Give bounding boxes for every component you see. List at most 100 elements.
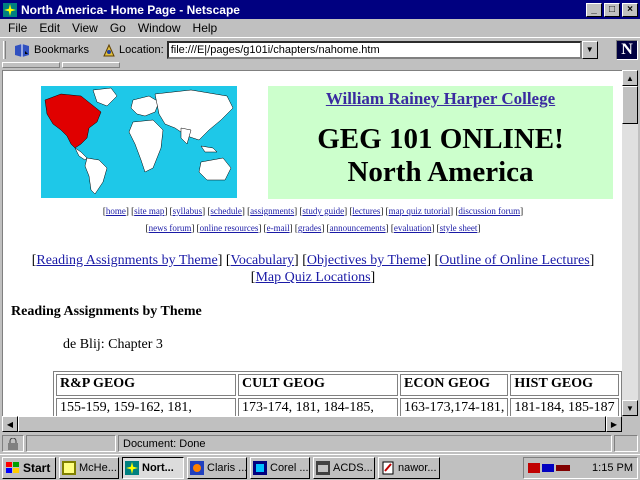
- arrow-up-icon: ▲: [626, 73, 634, 83]
- taskbar-item[interactable]: McHe...: [59, 456, 119, 479]
- location-dropdown-button[interactable]: ▼: [581, 40, 598, 59]
- close-button[interactable]: ×: [622, 2, 638, 17]
- nav-link-map-quiz-tutorial[interactable]: map quiz tutorial: [389, 206, 450, 216]
- location-toolbar: Bookmarks Location: file:///E|/pages/g10…: [0, 37, 640, 61]
- vertical-scroll-thumb[interactable]: [622, 86, 638, 124]
- location-icon[interactable]: [101, 42, 117, 58]
- table-header-row: R&P GEOG CULT GEOG ECON GEOG HIST GEOG: [56, 374, 619, 396]
- nav-link-syllabus[interactable]: syllabus: [173, 206, 203, 216]
- page-content: William Rainey Harper College GEG 101 ON…: [2, 70, 622, 416]
- horizontal-scrollbar[interactable]: ◀ ▶: [2, 416, 622, 432]
- taskbar-item[interactable]: ACDS...: [313, 456, 375, 479]
- taskbar: Start McHe... Nort... Claris ... Corel .…: [0, 454, 640, 480]
- menu-edit[interactable]: Edit: [33, 21, 66, 35]
- chevron-down-icon: ▼: [585, 45, 594, 54]
- course-title: GEG 101 ONLINE!: [317, 123, 564, 155]
- table-row: 155-159, 159-162, 181, 173-174, 181, 184…: [56, 398, 619, 416]
- link-outline-lectures[interactable]: Outline of Online Lectures: [439, 253, 589, 268]
- nav-link-evaluation[interactable]: evaluation: [394, 223, 432, 233]
- scroll-up-button[interactable]: ▲: [622, 70, 638, 86]
- nav-link-discussion-forum[interactable]: discussion forum: [458, 206, 520, 216]
- window-title: North America- Home Page - Netscape: [21, 2, 240, 17]
- maximize-button[interactable]: □: [604, 2, 620, 17]
- bookmarks-label[interactable]: Bookmarks: [34, 44, 89, 56]
- minimize-button[interactable]: _: [586, 2, 602, 17]
- toolbar-grip[interactable]: [3, 40, 6, 59]
- lock-icon: [8, 437, 18, 450]
- location-input[interactable]: file:///E|/pages/g101i/chapters/nahome.h…: [166, 40, 582, 59]
- menu-go[interactable]: Go: [104, 21, 132, 35]
- nav-link-e-mail[interactable]: e-mail: [267, 223, 290, 233]
- table-cell: 181-184, 185-187: [510, 398, 619, 416]
- arrow-down-icon: ▼: [626, 403, 634, 413]
- taskbar-item[interactable]: nawor...: [378, 456, 440, 479]
- status-text: Document: Done: [118, 435, 612, 452]
- start-button[interactable]: Start: [2, 456, 56, 479]
- link-reading-assignments[interactable]: Reading Assignments by Theme: [36, 253, 217, 268]
- world-map-image: [41, 86, 237, 198]
- scroll-right-button[interactable]: ▶: [606, 416, 622, 432]
- nav-link-online-resources[interactable]: online resources: [200, 223, 259, 233]
- nav-link-study-guide[interactable]: study guide: [302, 206, 344, 216]
- collapsed-toolbar-tab[interactable]: [2, 62, 60, 68]
- document-edit-icon: [382, 461, 394, 474]
- system-tray: 1:15 PM: [523, 457, 638, 479]
- status-bar: Document: Done: [0, 433, 640, 454]
- link-vocabulary[interactable]: Vocabulary: [231, 253, 295, 268]
- menu-view[interactable]: View: [66, 21, 104, 35]
- link-objectives[interactable]: Objectives by Theme: [307, 253, 427, 268]
- site-nav-row-1: [home] [site map] [syllabus] [schedule] …: [102, 206, 524, 216]
- arrow-right-icon: ▶: [610, 419, 618, 429]
- collapsed-toolbar-tabs: [0, 61, 640, 69]
- vertical-scrollbar[interactable]: ▲ ▼: [622, 70, 638, 416]
- nav-link-lectures[interactable]: lectures: [352, 206, 380, 216]
- menu-bar: File Edit View Go Window Help: [0, 19, 640, 37]
- table-cell: 173-174, 181, 184-185,: [238, 398, 398, 416]
- scroll-down-button[interactable]: ▼: [622, 400, 638, 416]
- horizontal-scroll-thumb[interactable]: [18, 416, 606, 432]
- menu-window[interactable]: Window: [132, 21, 187, 35]
- college-link[interactable]: William Rainey Harper College: [268, 89, 613, 109]
- course-banner: William Rainey Harper College GEG 101 ON…: [268, 86, 613, 199]
- table-header: R&P GEOG: [56, 374, 236, 396]
- security-lock-icon[interactable]: [2, 435, 24, 452]
- menu-file[interactable]: File: [2, 21, 33, 35]
- nav-link-home[interactable]: home: [106, 206, 126, 216]
- taskbar-item[interactable]: Corel ...: [250, 456, 310, 479]
- table-header: HIST GEOG: [510, 374, 619, 396]
- progress-panel: [26, 435, 116, 452]
- taskbar-item-active[interactable]: Nort...: [122, 456, 184, 479]
- nav-link-style-sheet[interactable]: style sheet: [440, 223, 478, 233]
- title-bar: North America- Home Page - Netscape _ □ …: [0, 0, 640, 19]
- netscape-logo-icon[interactable]: N: [616, 40, 638, 60]
- bookmarks-icon[interactable]: [13, 42, 31, 58]
- nav-link-announcements[interactable]: announcements: [330, 223, 386, 233]
- tray-icons[interactable]: [528, 461, 572, 475]
- scroll-left-button[interactable]: ◀: [2, 416, 18, 432]
- reading-assignments-table: R&P GEOG CULT GEOG ECON GEOG HIST GEOG 1…: [53, 371, 622, 416]
- menu-help[interactable]: Help: [187, 21, 224, 35]
- windows-logo-icon: [6, 461, 19, 473]
- nav-link-assignments[interactable]: assignments: [250, 206, 294, 216]
- component-bar[interactable]: [614, 435, 638, 452]
- taskbar-item-label: Nort...: [142, 461, 174, 474]
- clock[interactable]: 1:15 PM: [592, 462, 633, 474]
- taskbar-item-label: ACDS...: [333, 461, 373, 474]
- collapsed-toolbar-tab[interactable]: [62, 62, 120, 68]
- location-label: Location:: [119, 43, 164, 56]
- arrow-left-icon: ◀: [6, 419, 14, 429]
- nav-link-site-map[interactable]: site map: [134, 206, 164, 216]
- taskbar-item-label: Claris ...: [207, 461, 247, 474]
- nav-link-schedule[interactable]: schedule: [210, 206, 242, 216]
- table-cell: 155-159, 159-162, 181,: [56, 398, 236, 416]
- start-label: Start: [23, 460, 51, 475]
- taskbar-item[interactable]: Claris ...: [187, 456, 247, 479]
- link-map-quiz-locations[interactable]: Map Quiz Locations: [255, 270, 370, 285]
- site-nav-row-2: [news forum] [online resources] [e-mail]…: [145, 223, 481, 233]
- table-cell: 163-173,174-181,: [400, 398, 509, 416]
- nav-link-news-forum[interactable]: news forum: [149, 223, 192, 233]
- acdsee-icon: [316, 460, 330, 475]
- netscape-app-icon: [3, 2, 17, 17]
- nav-link-grades[interactable]: grades: [298, 223, 322, 233]
- corel-icon: [253, 460, 267, 475]
